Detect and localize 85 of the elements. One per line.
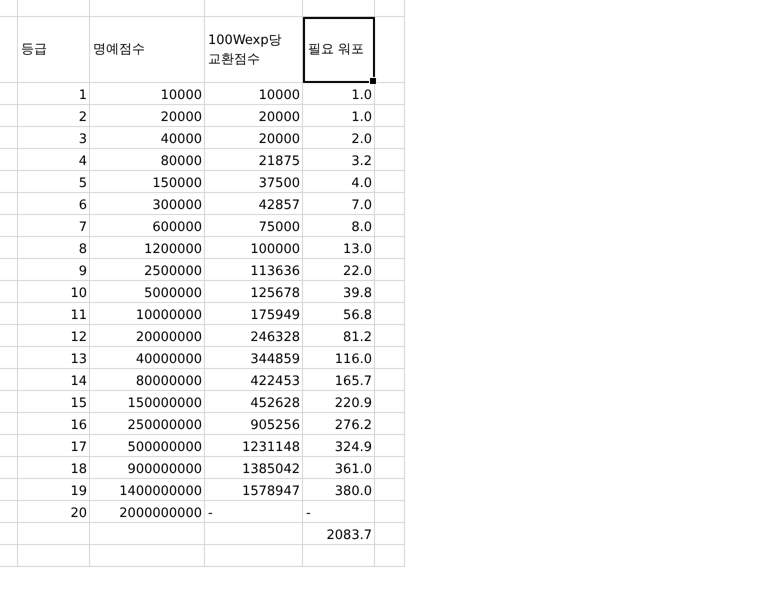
table-cell-text: 1 <box>78 87 88 105</box>
column-header: 100Wexp당 교환점수 <box>207 32 283 69</box>
table-cell-text: 40000 <box>160 131 203 149</box>
table-cell-text: 1.0 <box>350 87 373 105</box>
table-cell-text: 113636 <box>249 263 301 281</box>
table-cell-text: 12 <box>69 329 88 347</box>
table-cell-text: 2083.7 <box>326 527 373 545</box>
table-cell-text: 422453 <box>249 373 301 391</box>
table-cell-text: 13.0 <box>342 241 373 259</box>
table-cell-text: 246328 <box>249 329 301 347</box>
table-cell-text: 220.9 <box>334 395 373 413</box>
table-cell-text: 7 <box>78 219 88 237</box>
table-cell-text: 150000000 <box>126 395 203 413</box>
table-cell-text: 116.0 <box>334 351 373 369</box>
table-cell-text: 175949 <box>249 307 301 325</box>
table-cell-text: 2500000 <box>143 263 203 281</box>
table-cell-text: 324.9 <box>334 439 373 457</box>
table-cell-text: 4 <box>78 153 88 171</box>
table-cell-text: 125678 <box>249 285 301 303</box>
table-cell-text: 600000 <box>151 219 203 237</box>
table-cell-text: 20000 <box>160 109 203 127</box>
table-cell-text: 6 <box>78 197 88 215</box>
table-cell-text: 20 <box>69 505 88 523</box>
table-cell-text: 80000 <box>160 153 203 171</box>
table-cell-text: - <box>305 505 312 523</box>
table-cell-text: 2000000000 <box>118 505 203 523</box>
table-cell-text: 10000 <box>258 87 301 105</box>
table-cell-text: 344859 <box>249 351 301 369</box>
table-cell-text: 2.0 <box>350 131 373 149</box>
table-cell-text: 165.7 <box>334 373 373 391</box>
table-cell-text: 1578947 <box>241 483 301 501</box>
table-cell-text: 10000 <box>160 87 203 105</box>
table-cell-text: 380.0 <box>334 483 373 501</box>
table-cell-text: 80000000 <box>134 373 203 391</box>
table-cell-text: 81.2 <box>342 329 373 347</box>
table-cell-text: 276.2 <box>334 417 373 435</box>
table-cell-text: 361.0 <box>334 461 373 479</box>
table-cell-text: 40000000 <box>134 351 203 369</box>
table-cell-text: 39.8 <box>342 285 373 303</box>
table-cell-text: 37500 <box>258 175 301 193</box>
table-cell-text: 500000000 <box>126 439 203 457</box>
table-cell-text: 900000000 <box>126 461 203 479</box>
table-cell-text: 1.0 <box>350 109 373 127</box>
table-cell-text: 56.8 <box>342 307 373 325</box>
table-cell-text: 3.2 <box>350 153 373 171</box>
table-cell-text: 22.0 <box>342 263 373 281</box>
table-cell-text: - <box>207 505 214 523</box>
table-cell-text: 9 <box>78 263 88 281</box>
table-cell-text: 3 <box>78 131 88 149</box>
table-cell-text: 20000 <box>258 131 301 149</box>
table-cell-text: 42857 <box>258 197 301 215</box>
column-header: 필요 워포 <box>303 17 375 83</box>
table-cell-text: 10000000 <box>134 307 203 325</box>
table-cell-text: 5 <box>78 175 88 193</box>
table-cell-text: 75000 <box>258 219 301 237</box>
table-cell-text: 10 <box>69 285 88 303</box>
table-cell-text: 15 <box>69 395 88 413</box>
table-cell-text: 7.0 <box>350 197 373 215</box>
column-header: 등급 <box>20 41 48 60</box>
table-cell-text: 4.0 <box>350 175 373 193</box>
table-cell-text: 250000000 <box>126 417 203 435</box>
table-cell-text: 13 <box>69 351 88 369</box>
table-cell-text: 1200000 <box>143 241 203 259</box>
table-cell-text: 452628 <box>249 395 301 413</box>
table-cell-text: 20000 <box>258 109 301 127</box>
table-cell-text: 2 <box>78 109 88 127</box>
table-cell-text: 1385042 <box>241 461 301 479</box>
table-cell-text: 16 <box>69 417 88 435</box>
table-cell-text: 20000000 <box>134 329 203 347</box>
table-cell-text: 1231148 <box>241 439 301 457</box>
table-cell-text: 5000000 <box>143 285 203 303</box>
table-cell-text: 19 <box>69 483 88 501</box>
table-cell-text: 14 <box>69 373 88 391</box>
table-cell-text: 8.0 <box>350 219 373 237</box>
table-cell-text: 17 <box>69 439 88 457</box>
table-cell-text: 18 <box>69 461 88 479</box>
table-cell-text: 11 <box>69 307 88 325</box>
table-cell-text: 1400000000 <box>118 483 203 501</box>
table-cell-text: 21875 <box>258 153 301 171</box>
table-cell-text: 150000 <box>151 175 203 193</box>
column-header: 명예점수 <box>92 41 146 60</box>
table-cell-text: 100000 <box>249 241 301 259</box>
table-cell-text: 8 <box>78 241 88 259</box>
table-cell-text: 905256 <box>249 417 301 435</box>
table-cell-text: 300000 <box>151 197 203 215</box>
